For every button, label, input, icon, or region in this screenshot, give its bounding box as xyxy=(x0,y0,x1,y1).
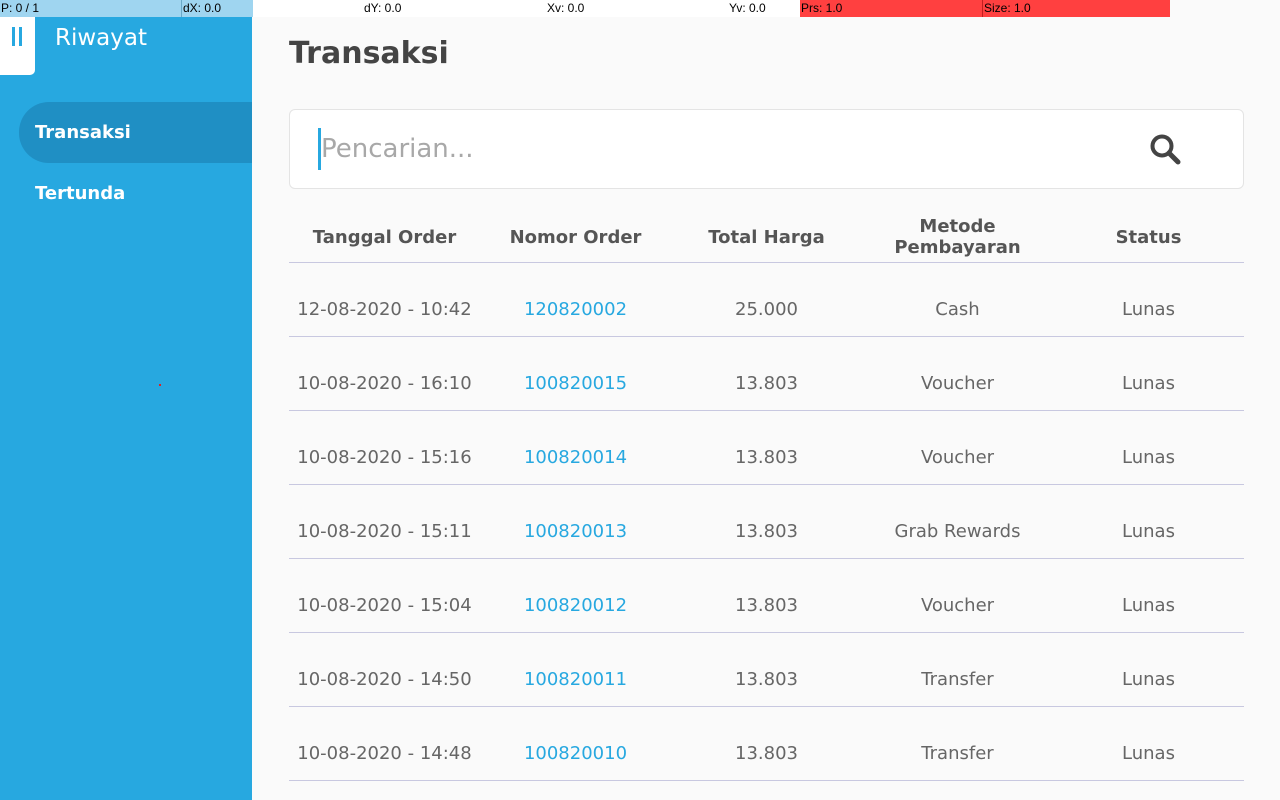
total-price: 13.803 xyxy=(735,447,798,468)
table-row[interactable]: 10-08-2020 - 15:04 100820012 13.803 Voucher… xyxy=(289,559,1244,633)
status: Lunas xyxy=(1122,743,1175,764)
debug-pressure: Prs: 1.0 xyxy=(800,0,982,17)
total-price: 13.803 xyxy=(735,743,798,764)
order-date: 10-08-2020 - 15:11 xyxy=(297,521,472,542)
total-price: 25.000 xyxy=(735,299,798,320)
table-body: 12-08-2020 - 10:42 120820002 25.000 Cash Lun… xyxy=(289,263,1244,781)
debug-size: Size: 1.0 xyxy=(982,0,1170,17)
sidebar-item-label: Tertunda xyxy=(35,183,126,204)
payment-method: Voucher xyxy=(920,447,995,468)
order-date: 10-08-2020 - 14:48 xyxy=(297,743,472,764)
order-date: 10-08-2020 - 14:50 xyxy=(297,669,472,690)
total-price: 13.803 xyxy=(735,373,798,394)
pointer-debug-bar: P: 0 / 1 dX: 0.0 dY: 0.0 Xv: 0.0 Yv: 0.0… xyxy=(0,0,1280,17)
order-date: 10-08-2020 - 15:04 xyxy=(297,595,472,616)
menu-icon-bar xyxy=(19,27,22,46)
debug-xv: Xv: 0.0 xyxy=(436,0,618,17)
table-header: Tanggal Order Nomor Order Total Harga Me… xyxy=(289,212,1244,263)
sidebar: Riwayat Transaksi Tertunda xyxy=(0,0,252,800)
search-box xyxy=(289,109,1244,189)
payment-method: Grab Rewards xyxy=(894,521,1021,542)
order-number[interactable]: 100820015 xyxy=(480,373,671,394)
status: Lunas xyxy=(1122,521,1175,542)
sidebar-title: Riwayat xyxy=(55,25,147,51)
sidebar-item-transaksi[interactable]: Transaksi xyxy=(19,102,252,163)
sidebar-item-label: Transaksi xyxy=(35,122,131,143)
table-row[interactable]: 10-08-2020 - 15:11 100820013 13.803 Grab Re… xyxy=(289,485,1244,559)
status: Lunas xyxy=(1122,373,1175,394)
order-number[interactable]: 100820014 xyxy=(480,447,671,468)
order-date: 10-08-2020 - 15:16 xyxy=(297,447,472,468)
order-number[interactable]: 100820013 xyxy=(480,521,671,542)
table-row[interactable]: 10-08-2020 - 14:48 100820010 13.803 Transfe… xyxy=(289,707,1244,781)
table-row[interactable]: 10-08-2020 - 15:16 100820014 13.803 Voucher… xyxy=(289,411,1244,485)
page-title: Transaksi xyxy=(289,36,449,71)
transactions-table: Tanggal Order Nomor Order Total Harga Me… xyxy=(289,212,1244,781)
order-number[interactable]: 100820012 xyxy=(480,595,671,616)
debug-dx: dX: 0.0 xyxy=(181,0,253,17)
order-date: 10-08-2020 - 16:10 xyxy=(297,373,472,394)
total-price: 13.803 xyxy=(735,595,798,616)
touch-point-marker xyxy=(159,384,161,386)
sidebar-item-tertunda[interactable]: Tertunda xyxy=(19,163,252,224)
column-header: Nomor Order xyxy=(509,226,642,248)
table-row[interactable]: 10-08-2020 - 16:10 100820015 13.803 Voucher… xyxy=(289,337,1244,411)
status: Lunas xyxy=(1122,669,1175,690)
column-header: Status xyxy=(1115,226,1182,248)
payment-method: Voucher xyxy=(920,595,995,616)
table-row[interactable]: 12-08-2020 - 10:42 120820002 25.000 Cash Lun… xyxy=(289,263,1244,337)
search-input[interactable] xyxy=(318,128,1118,170)
debug-dy: dY: 0.0 xyxy=(253,0,436,17)
status: Lunas xyxy=(1122,447,1175,468)
column-header: Metode Pembayaran xyxy=(894,216,1021,258)
payment-method: Transfer xyxy=(921,743,994,764)
order-date: 12-08-2020 - 10:42 xyxy=(297,299,472,320)
menu-icon xyxy=(12,27,15,46)
payment-method: Voucher xyxy=(920,373,995,394)
total-price: 13.803 xyxy=(735,521,798,542)
status: Lunas xyxy=(1122,595,1175,616)
status: Lunas xyxy=(1122,299,1175,320)
table-row[interactable]: 10-08-2020 - 14:50 100820011 13.803 Transfe… xyxy=(289,633,1244,707)
order-number[interactable]: 120820002 xyxy=(480,299,671,320)
payment-method: Transfer xyxy=(921,669,994,690)
payment-method: Cash xyxy=(935,299,980,320)
column-header: Tanggal Order xyxy=(312,226,457,248)
total-price: 13.803 xyxy=(735,669,798,690)
debug-yv: Yv: 0.0 xyxy=(618,0,800,17)
debug-pointer-count: P: 0 / 1 xyxy=(0,0,181,17)
order-number[interactable]: 100820011 xyxy=(480,669,671,690)
search-icon[interactable] xyxy=(1148,132,1182,166)
order-number[interactable]: 100820010 xyxy=(480,743,671,764)
column-header: Total Harga xyxy=(708,226,825,248)
